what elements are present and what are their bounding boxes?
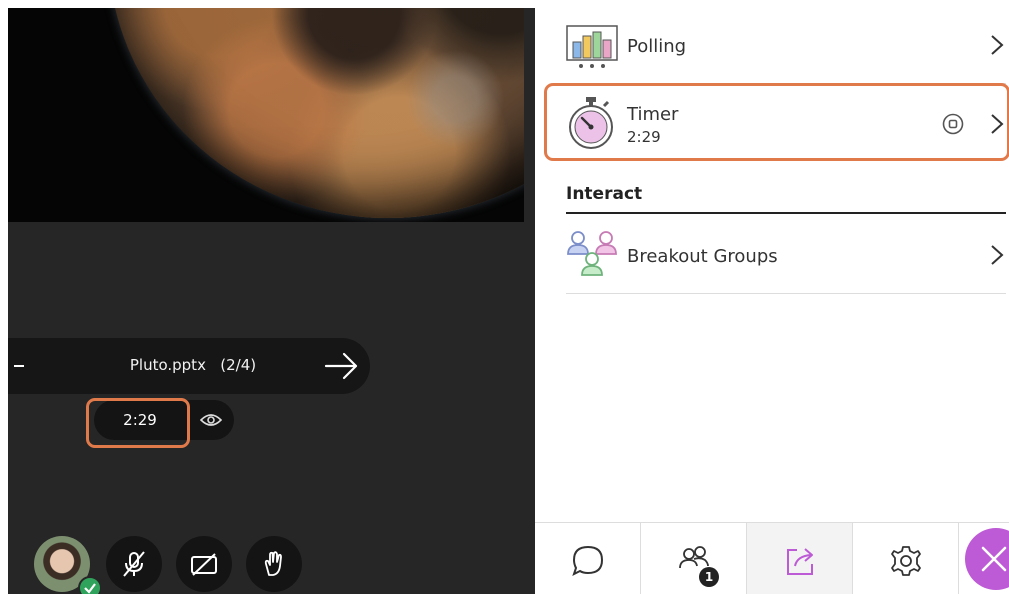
checkmark-icon: [78, 576, 102, 594]
next-slide-arrow-icon[interactable]: [324, 351, 360, 381]
section-divider: [566, 212, 1006, 214]
tab-chat[interactable]: [535, 523, 641, 594]
share-content-panel: Polling Timer 2:29 Interact Breakout Gro…: [535, 0, 1009, 594]
tab-settings[interactable]: [853, 523, 959, 594]
breakout-groups-row[interactable]: Breakout Groups: [566, 216, 1006, 294]
raise-hand-button[interactable]: [246, 536, 302, 592]
close-panel-button[interactable]: [965, 528, 1009, 590]
interact-heading: Interact: [566, 184, 643, 204]
file-name: Pluto.pptx: [129, 356, 206, 374]
breakout-groups-icon: [567, 231, 617, 276]
pluto-image: [108, 8, 524, 218]
polling-row[interactable]: Polling: [566, 10, 1006, 84]
microphone-button[interactable]: [106, 536, 162, 592]
gear-icon: [891, 546, 921, 576]
share-content-icon: [787, 548, 813, 575]
eye-icon[interactable]: [200, 412, 222, 428]
previous-slide-button[interactable]: [14, 365, 24, 367]
stage-timer-highlight: [86, 398, 190, 448]
tab-share-content[interactable]: [747, 523, 853, 594]
attendees-count-badge: 1: [699, 567, 719, 587]
file-label: Pluto.pptx (2/4): [78, 356, 308, 374]
camera-off-icon: [191, 553, 217, 576]
breakout-groups-label: Breakout Groups: [627, 246, 778, 267]
chat-icon: [572, 545, 604, 576]
file-navigation-bar: Pluto.pptx (2/4): [8, 338, 370, 394]
polling-label: Polling: [627, 36, 687, 57]
tab-attendees[interactable]: 1: [641, 523, 747, 594]
file-page: (2/4): [220, 356, 257, 374]
content-stage: Pluto.pptx (2/4) 2:29: [8, 8, 535, 594]
close-icon: [981, 546, 1007, 572]
chevron-right-icon[interactable]: [990, 244, 1004, 266]
polling-icon: [566, 25, 618, 68]
camera-button[interactable]: [176, 536, 232, 592]
chevron-right-icon[interactable]: [990, 34, 1004, 56]
microphone-muted-icon: [123, 551, 145, 577]
timer-row-highlight: [544, 83, 1009, 161]
shared-slide: [8, 8, 524, 222]
hand-icon: [264, 551, 282, 576]
bottom-tab-bar: 1: [535, 522, 1009, 594]
